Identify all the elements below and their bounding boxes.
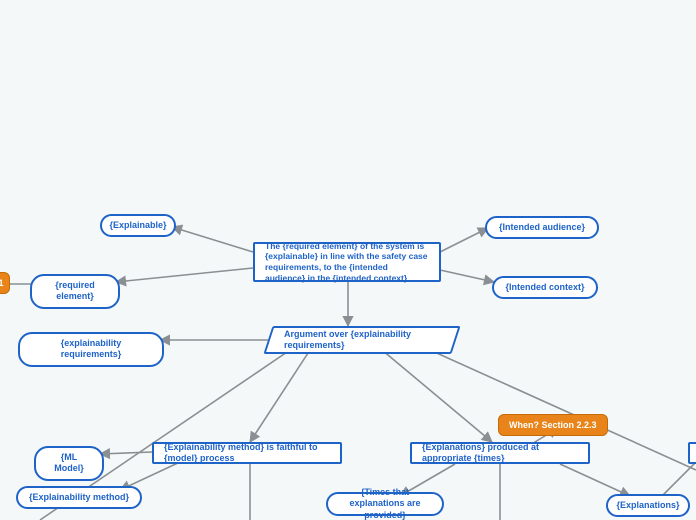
node-intended-audience[interactable]: {Intended audience} [485, 216, 599, 239]
node-faithful[interactable]: {Explainability method} is faithful to {… [152, 442, 342, 464]
node-explainability-requirements[interactable]: {explainability requirements} [18, 332, 164, 367]
node-times-provided[interactable]: {Times that explanations are provided} [326, 492, 444, 516]
node-right-clipped[interactable] [688, 442, 696, 464]
node-ml-model[interactable]: {ML Model} [34, 446, 104, 481]
node-argument-label: Argument over {explainability requiremen… [268, 326, 456, 354]
annotation-left: 1 [0, 272, 10, 294]
node-explanations[interactable]: {Explanations} [606, 494, 690, 517]
node-argument[interactable]: Argument over {explainability requiremen… [268, 326, 456, 354]
node-top-claim[interactable]: The {required element} of the system is … [253, 242, 441, 282]
node-produced-times[interactable]: {Explanations} produced at appropriate {… [410, 442, 590, 464]
node-intended-context[interactable]: {Intended context} [492, 276, 598, 299]
node-explainability-method[interactable]: {Explainability method} [16, 486, 142, 509]
annotation-when: When? Section 2.2.3 [498, 414, 608, 436]
node-required-element[interactable]: {required element} [30, 274, 120, 309]
node-explainable[interactable]: {Explainable} [100, 214, 176, 237]
diagram-canvas[interactable]: { "nodes": { "explainable": "{Explainabl… [0, 0, 696, 520]
